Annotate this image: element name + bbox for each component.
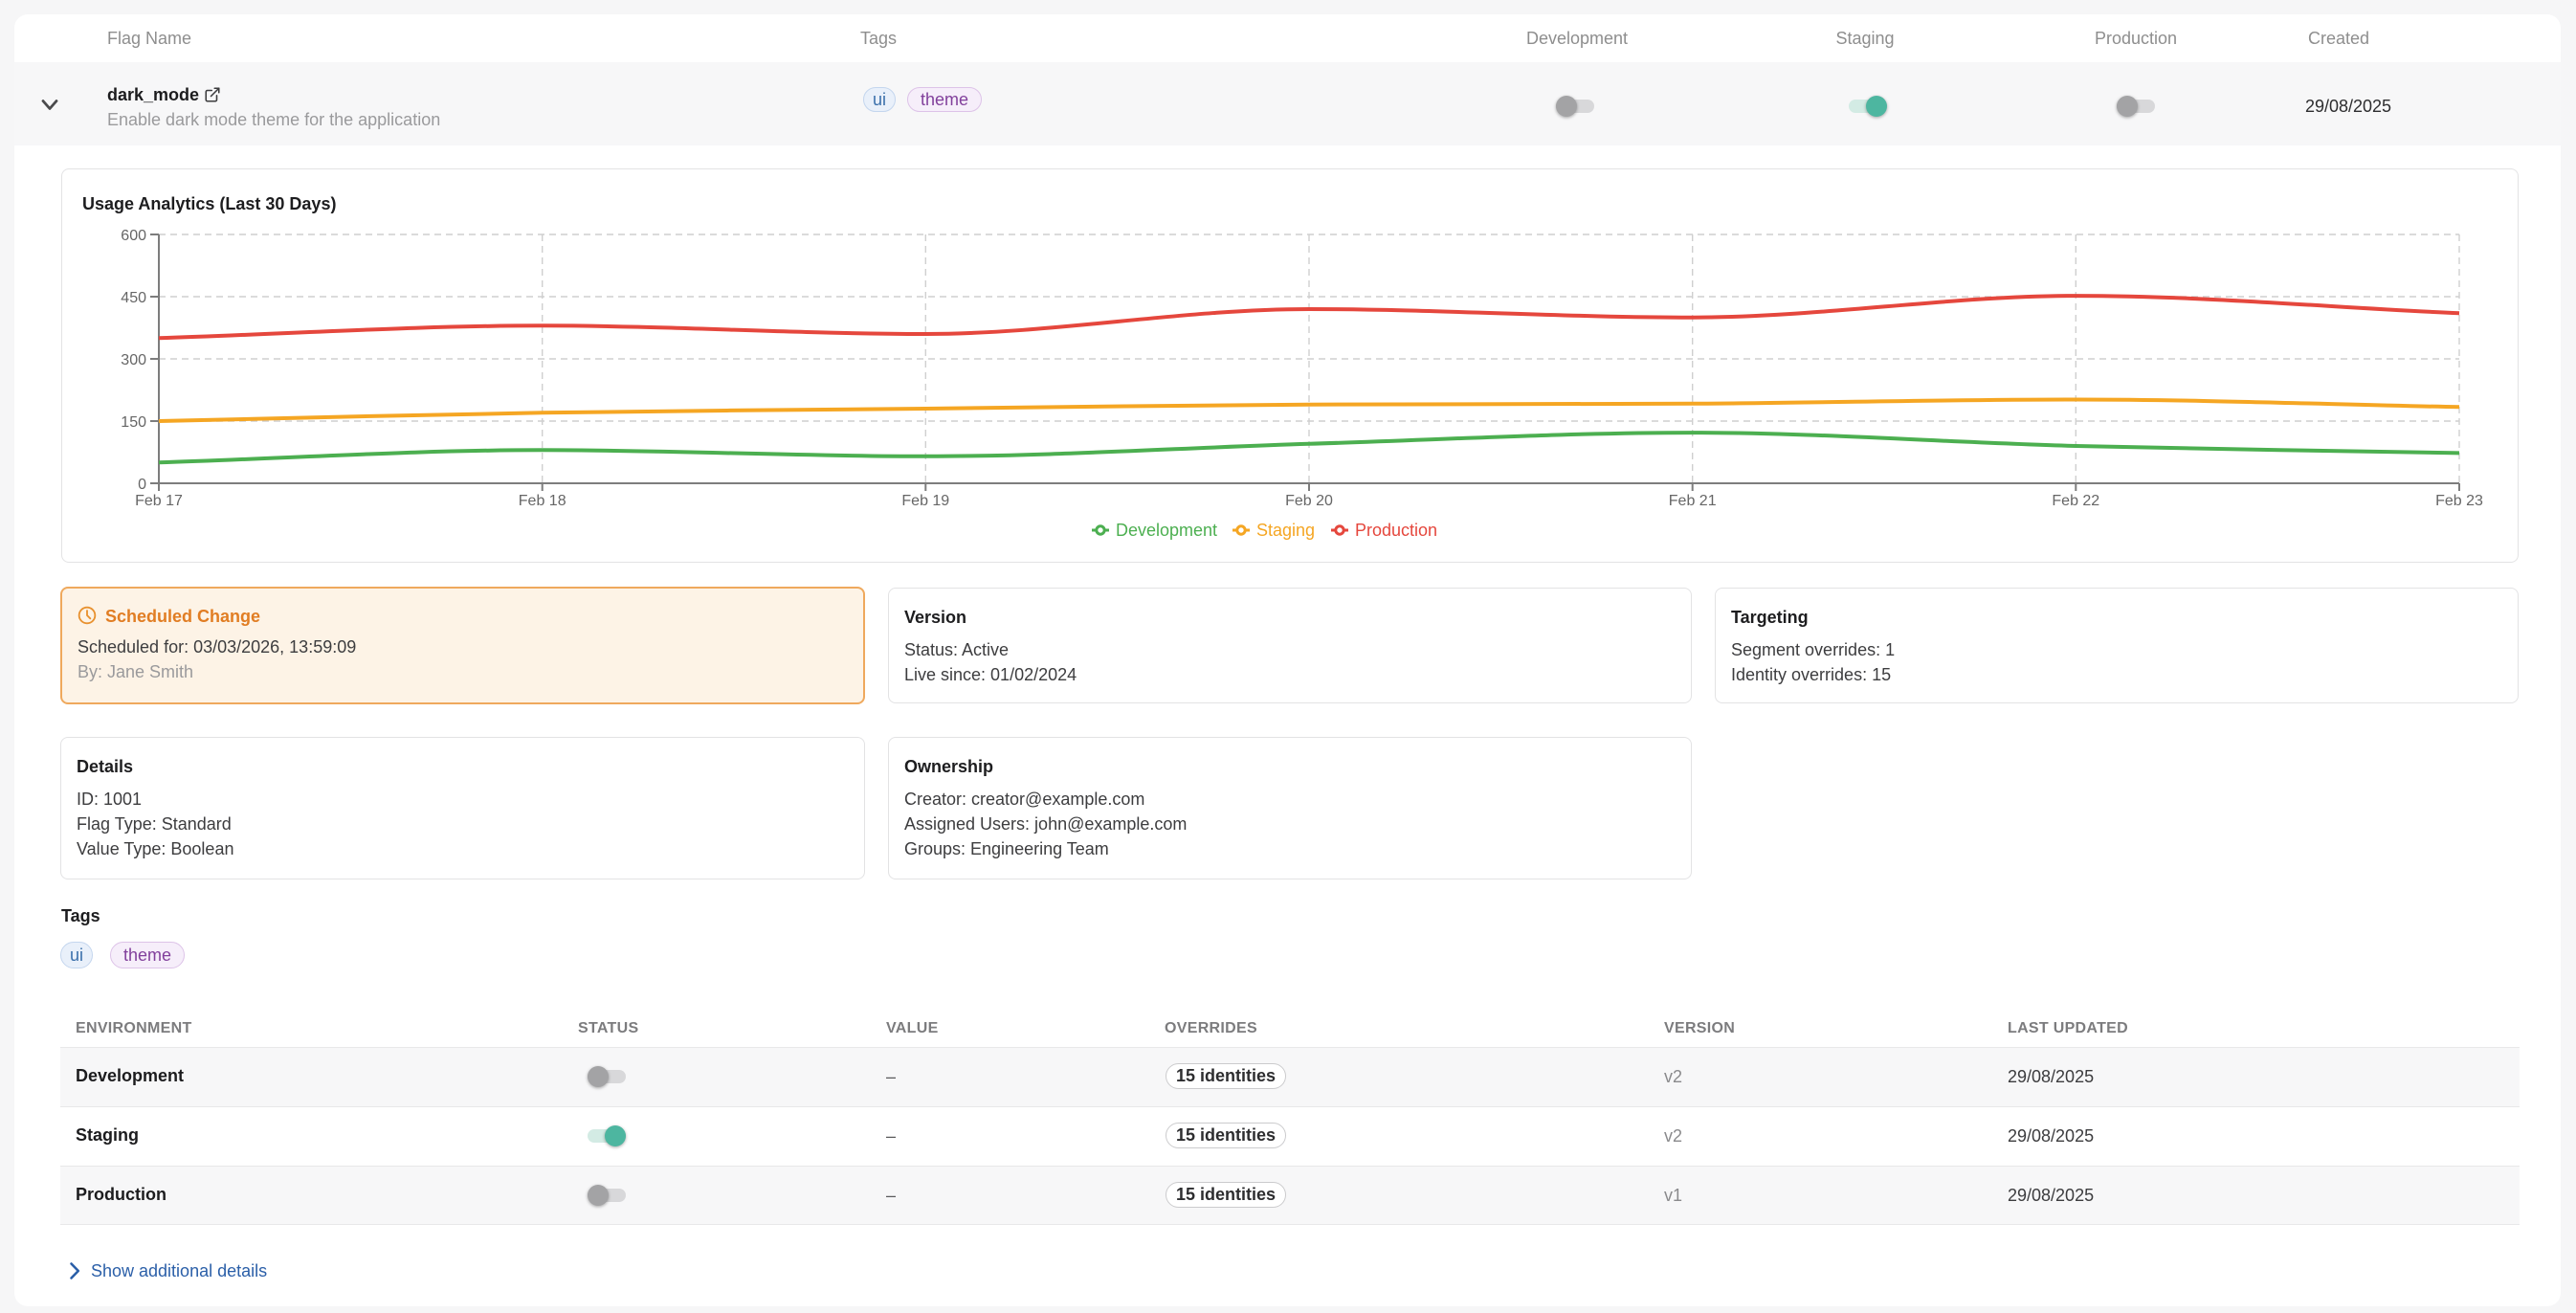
svg-text:0: 0	[138, 477, 146, 493]
svg-text:Staging: Staging	[1256, 521, 1315, 540]
svg-text:Feb 23: Feb 23	[2435, 493, 2483, 509]
svg-text:Feb 22: Feb 22	[2052, 493, 2099, 509]
svg-text:300: 300	[121, 352, 146, 368]
svg-text:Feb 21: Feb 21	[1669, 493, 1717, 509]
svg-text:Feb 17: Feb 17	[135, 493, 183, 509]
svg-text:Production: Production	[1355, 521, 1437, 540]
svg-text:Development: Development	[1116, 521, 1217, 540]
svg-text:450: 450	[121, 290, 146, 306]
svg-text:Feb 19: Feb 19	[901, 493, 949, 509]
svg-text:150: 150	[121, 414, 146, 431]
svg-text:Feb 18: Feb 18	[519, 493, 566, 509]
svg-text:Feb 20: Feb 20	[1285, 493, 1333, 509]
svg-text:600: 600	[121, 228, 146, 244]
